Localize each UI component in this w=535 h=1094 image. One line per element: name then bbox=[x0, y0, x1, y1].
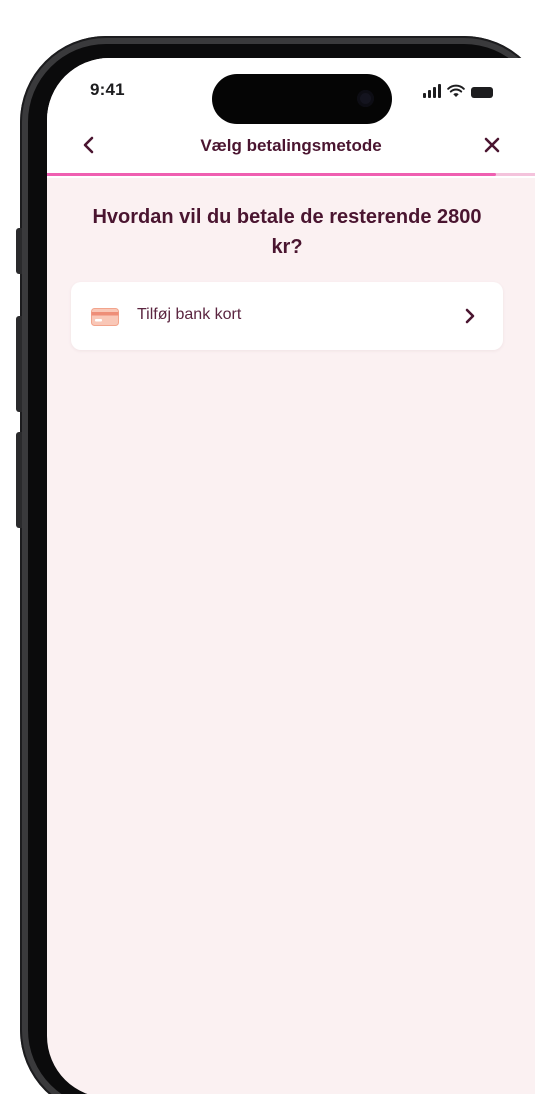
progress-bar bbox=[47, 173, 535, 176]
status-time: 9:41 bbox=[90, 80, 125, 99]
action-button bbox=[16, 228, 22, 274]
camera-icon bbox=[357, 90, 374, 107]
close-icon bbox=[484, 137, 500, 153]
volume-up-button bbox=[16, 316, 22, 412]
page-title: Vælg betalingsmetode bbox=[200, 136, 382, 155]
battery-icon bbox=[471, 87, 493, 98]
payment-question: Hvordan vil du betale de resterende 2800… bbox=[92, 206, 482, 258]
progress-fill bbox=[47, 173, 496, 176]
stage: 9:41 Vælg betalingsmetode Hvordan vil du… bbox=[0, 0, 535, 1094]
chevron-right-icon bbox=[459, 304, 481, 328]
wifi-icon bbox=[447, 84, 465, 97]
close-button[interactable] bbox=[475, 128, 509, 162]
volume-down-button bbox=[16, 432, 22, 528]
credit-card-icon bbox=[91, 308, 119, 326]
add-bank-card-option[interactable]: Tilføj bank kort bbox=[71, 282, 503, 350]
add-bank-card-label: Tilføj bank kort bbox=[137, 306, 242, 323]
status-icons bbox=[423, 82, 493, 98]
nav-header: Vælg betalingsmetode bbox=[47, 124, 535, 174]
dynamic-island bbox=[212, 74, 392, 124]
cellular-signal-icon bbox=[423, 84, 441, 98]
app-screen: 9:41 Vælg betalingsmetode Hvordan vil du… bbox=[47, 58, 535, 1094]
